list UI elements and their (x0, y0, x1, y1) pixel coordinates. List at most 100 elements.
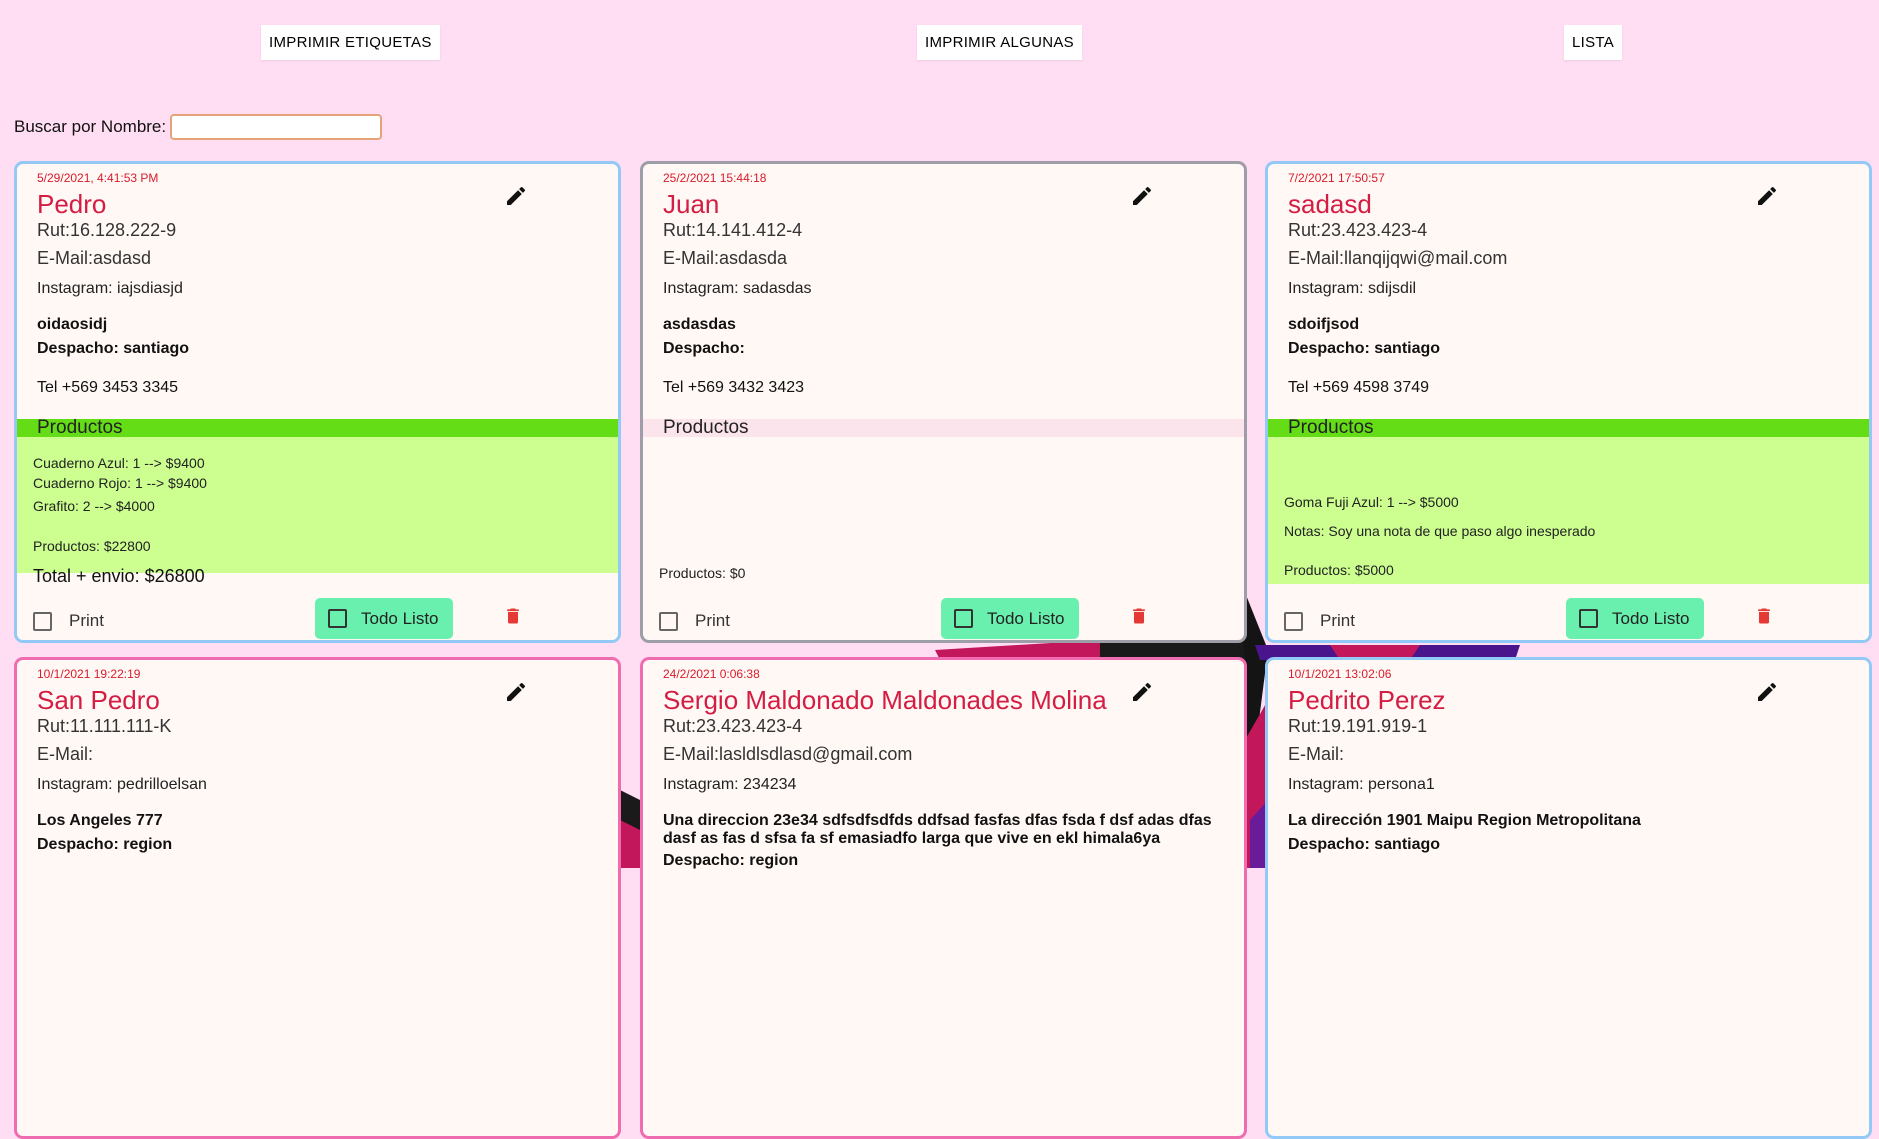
delete-trash-icon[interactable] (1754, 606, 1774, 626)
print-checkbox[interactable]: Print (659, 611, 730, 631)
checkbox-outline-icon[interactable] (33, 611, 52, 631)
shipping-despacho: Despacho: santiago (37, 340, 190, 357)
customer-instagram: Instagram: persona1 (1288, 776, 1435, 793)
order-card: 24/2/2021 0:06:38 Sergio Maldonado Maldo… (640, 657, 1247, 1139)
products-header: Productos (1268, 417, 1869, 438)
checkbox-outline-icon[interactable] (1284, 611, 1303, 631)
customer-instagram: Instagram: sdijsdil (1288, 280, 1417, 297)
order-date: 10/1/2021 13:02:06 (1288, 667, 1392, 681)
customer-rut: Rut:23.423.423-4 (663, 716, 803, 736)
products-list: Cuaderno Azul: 1 --> $9400 Cuaderno Rojo… (17, 437, 618, 573)
search-row: Buscar por Nombre: (14, 114, 383, 140)
products-header: Productos (643, 417, 1244, 438)
order-card: 5/29/2021, 4:41:53 PM Pedro Rut:16.128.2… (14, 161, 621, 643)
print-label: Print (69, 611, 104, 630)
edit-pencil-icon[interactable] (1755, 680, 1779, 704)
customer-phone: Tel +569 3432 3423 (663, 379, 805, 396)
customer-address: Los Angeles 777 (37, 812, 163, 829)
order-total: Total + envio: $26800 (33, 566, 205, 586)
product-line: Cuaderno Rojo: 1 --> $9400 (33, 475, 207, 491)
order-card: 7/2/2021 17:50:57 sadasd Rut:23.423.423-… (1265, 161, 1872, 643)
customer-email: E-Mail: (37, 744, 94, 764)
customer-phone: Tel +569 4598 3749 (1288, 379, 1430, 396)
checkbox-outline-icon[interactable] (954, 609, 973, 628)
customer-address: sdoifjsod (1288, 316, 1360, 333)
customer-name: Juan (663, 189, 720, 219)
customer-rut: Rut:16.128.222-9 (37, 220, 177, 240)
search-input[interactable] (170, 114, 383, 140)
customer-instagram: Instagram: iajsdiasjd (37, 280, 183, 297)
customer-name: Sergio Maldonado Maldonades Molina (663, 685, 1107, 715)
order-date: 25/2/2021 15:44:18 (663, 171, 767, 185)
edit-pencil-icon[interactable] (1755, 184, 1779, 208)
customer-rut: Rut:11.111.111-K (37, 716, 172, 736)
order-date: 10/1/2021 19:22:19 (37, 667, 141, 681)
checkbox-outline-icon[interactable] (659, 611, 678, 631)
todo-listo-label: Todo Listo (361, 608, 439, 628)
shipping-despacho: Despacho: (663, 340, 745, 357)
customer-rut: Rut:19.191.919-1 (1288, 716, 1428, 736)
customer-email: E-Mail:asdasda (663, 248, 788, 268)
delete-trash-icon[interactable] (1129, 606, 1149, 626)
product-line: Goma Fuji Azul: 1 --> $5000 (1284, 494, 1459, 510)
imprimir-algunas-button[interactable]: IMPRIMIR ALGUNAS (917, 25, 1082, 60)
checkbox-outline-icon[interactable] (328, 609, 347, 628)
checkbox-outline-icon[interactable] (1579, 609, 1598, 628)
todo-listo-button[interactable]: Todo Listo (315, 598, 453, 639)
todo-listo-button[interactable]: Todo Listo (1566, 598, 1704, 639)
edit-pencil-icon[interactable] (1130, 680, 1154, 704)
customer-rut: Rut:14.141.412-4 (663, 220, 803, 240)
customer-address: Una direccion 23e34 sdfsdfsdfds ddfsad f… (663, 812, 1212, 847)
customer-name: Pedro (37, 189, 107, 219)
customer-rut: Rut:23.423.423-4 (1288, 220, 1428, 240)
lista-button[interactable]: LISTA (1564, 25, 1623, 60)
products-header-label: Productos (37, 417, 123, 438)
customer-email: E-Mail:lasldlsdlasd@gmail.com (663, 744, 913, 764)
shipping-despacho: Despacho: santiago (1288, 836, 1441, 853)
customer-email: E-Mail: (1288, 744, 1345, 764)
shipping-despacho: Despacho: region (663, 852, 799, 869)
products-header-label: Productos (663, 417, 749, 438)
customer-name: sadasd (1288, 189, 1372, 219)
todo-listo-label: Todo Listo (987, 608, 1065, 628)
shipping-despacho: Despacho: region (37, 836, 173, 853)
products-list: Productos: $0 (643, 437, 1244, 587)
edit-pencil-icon[interactable] (1130, 184, 1154, 208)
customer-address: La dirección 1901 Maipu Region Metropoli… (1288, 812, 1641, 829)
shipping-despacho: Despacho: santiago (1288, 340, 1441, 357)
product-line: Grafito: 2 --> $4000 (33, 498, 155, 514)
customer-email: E-Mail:llanqijqwi@mail.com (1288, 248, 1508, 268)
products-subtotal: Productos: $22800 (33, 538, 151, 554)
order-date: 7/2/2021 17:50:57 (1288, 171, 1385, 185)
print-checkbox[interactable]: Print (1284, 611, 1355, 631)
todo-listo-label: Todo Listo (1612, 608, 1690, 628)
order-card: 25/2/2021 15:44:18 Juan Rut:14.141.412-4… (640, 161, 1247, 643)
customer-address: asdasdas (663, 316, 736, 333)
order-date: 24/2/2021 0:06:38 (663, 667, 760, 681)
customer-instagram: Instagram: 234234 (663, 776, 797, 793)
product-line: Cuaderno Azul: 1 --> $9400 (33, 455, 205, 471)
customer-instagram: Instagram: pedrilloelsan (37, 776, 207, 793)
imprimir-etiquetas-button[interactable]: IMPRIMIR ETIQUETAS (261, 25, 440, 60)
products-header: Productos (17, 417, 618, 438)
delete-trash-icon[interactable] (503, 606, 523, 626)
customer-name: Pedrito Perez (1288, 685, 1446, 715)
products-header-label: Productos (1288, 417, 1374, 438)
customer-instagram: Instagram: sadasdas (663, 280, 812, 297)
order-notes: Notas: Soy una nota de que paso algo ine… (1284, 523, 1596, 539)
products-list: Goma Fuji Azul: 1 --> $5000 Notas: Soy u… (1268, 437, 1869, 584)
customer-name: San Pedro (37, 685, 160, 715)
todo-listo-button[interactable]: Todo Listo (941, 598, 1079, 639)
search-label: Buscar por Nombre: (14, 117, 167, 136)
edit-pencil-icon[interactable] (504, 680, 528, 704)
order-card: 10/1/2021 19:22:19 San Pedro Rut:11.111.… (14, 657, 621, 1139)
print-checkbox[interactable]: Print (33, 611, 104, 631)
products-subtotal: Productos: $0 (659, 565, 746, 581)
customer-phone: Tel +569 3453 3345 (37, 379, 179, 396)
order-card: 10/1/2021 13:02:06 Pedrito Perez Rut:19.… (1265, 657, 1872, 1139)
customer-email: E-Mail:asdasd (37, 248, 152, 268)
customer-address: oidaosidj (37, 316, 108, 333)
order-date: 5/29/2021, 4:41:53 PM (37, 171, 159, 185)
edit-pencil-icon[interactable] (504, 184, 528, 208)
print-label: Print (1320, 611, 1355, 630)
